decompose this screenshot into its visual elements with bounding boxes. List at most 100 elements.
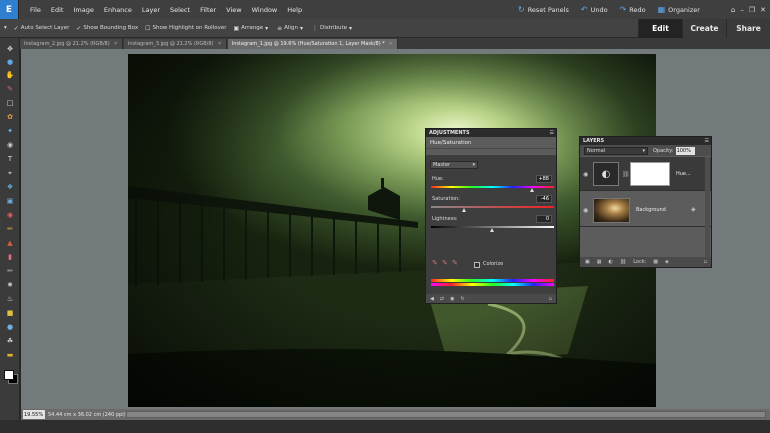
paint-bucket-icon[interactable]: ♨: [4, 294, 16, 304]
eyedropper-plus-icon[interactable]: ✎: [442, 259, 448, 267]
marquee-tool-icon[interactable]: □: [4, 98, 16, 108]
move-tool-options-icon[interactable]: ▾: [4, 25, 7, 31]
document-tab[interactable]: Instagram_3.jpg @ 21.2% (RGB/8) ✕: [123, 39, 227, 49]
new-group-icon[interactable]: ▦: [597, 259, 602, 265]
layer-mask-thumbnail[interactable]: [630, 162, 670, 186]
bounding-box-checkbox[interactable]: ✓ Show Bounding Box: [76, 25, 138, 32]
tab-share[interactable]: Share: [726, 19, 770, 38]
foreground-color-swatch[interactable]: [4, 370, 14, 380]
lock-all-icon[interactable]: ◈: [665, 259, 669, 265]
menu-image[interactable]: Image: [68, 6, 98, 14]
menu-select[interactable]: Select: [165, 6, 195, 14]
chain-link-icon[interactable]: ⛓: [622, 171, 630, 178]
crop-tool-icon[interactable]: ⌖: [4, 168, 16, 178]
menu-layer[interactable]: Layer: [137, 6, 165, 14]
gradient-tool-icon[interactable]: ■: [4, 308, 16, 318]
recompose-tool-icon[interactable]: ❖: [4, 182, 16, 192]
colorize-checkbox[interactable]: [474, 262, 480, 268]
reset-panels-button[interactable]: ↻ Reset Panels: [518, 5, 569, 14]
eyedropper-icon[interactable]: ✎: [432, 259, 438, 267]
menu-file[interactable]: File: [25, 6, 46, 14]
close-tab-icon[interactable]: ✕: [114, 41, 118, 47]
menu-window[interactable]: Window: [247, 6, 283, 14]
move-tool-icon[interactable]: ✥: [4, 44, 16, 54]
menu-enhance[interactable]: Enhance: [99, 6, 137, 14]
close-tab-icon[interactable]: ✕: [218, 41, 222, 47]
blur-tool-icon[interactable]: ☘: [4, 336, 16, 346]
hue-slider-track[interactable]: [431, 186, 554, 188]
menu-help[interactable]: Help: [282, 6, 307, 14]
lightness-value-field[interactable]: 0: [536, 215, 552, 223]
trash-icon[interactable]: ▫: [549, 296, 552, 302]
app-logo-icon[interactable]: E: [0, 0, 19, 19]
brush-tool-icon[interactable]: ✏: [4, 266, 16, 276]
close-icon[interactable]: ✕: [760, 6, 766, 14]
shape-tool-icon[interactable]: ●: [4, 322, 16, 332]
reset-adjustment-icon[interactable]: ↻: [460, 296, 464, 302]
zoom-tool-icon[interactable]: ●: [4, 57, 16, 67]
type-tool-icon[interactable]: T: [4, 154, 16, 164]
blend-mode-dropdown[interactable]: Normal ▾: [584, 146, 648, 155]
layer-visibility-icon[interactable]: ◉: [583, 171, 588, 178]
tab-create[interactable]: Create: [682, 19, 726, 38]
back-icon[interactable]: ◀: [430, 296, 434, 302]
menu-edit[interactable]: Edit: [46, 6, 69, 14]
magic-wand-tool-icon[interactable]: ✦: [4, 126, 16, 136]
minimize-icon[interactable]: –: [740, 6, 744, 14]
red-eye-removal-icon[interactable]: ◉: [4, 210, 16, 220]
layer-visibility-icon[interactable]: ◉: [583, 207, 588, 214]
healing-brush-icon[interactable]: ✏: [4, 224, 16, 234]
auto-select-layer-checkbox[interactable]: ✓ Auto Select Layer: [14, 25, 70, 32]
hue-value-field[interactable]: +88: [536, 175, 552, 183]
hue-slider-thumb[interactable]: [530, 188, 534, 192]
clip-layer-icon[interactable]: ⇄: [440, 296, 444, 302]
channel-dropdown[interactable]: Master ▾: [430, 161, 478, 169]
new-layer-icon[interactable]: ▣: [585, 259, 590, 265]
layer-row-selected[interactable]: ◉ ◐ ⛓ Hue...: [580, 157, 711, 191]
saturation-slider-track[interactable]: [431, 206, 554, 208]
layer-row[interactable]: ◉ Background ◈: [580, 193, 711, 227]
smart-brush-icon[interactable]: ✸: [4, 280, 16, 290]
lightness-slider-thumb[interactable]: [490, 228, 494, 232]
saturation-value-field[interactable]: -46: [536, 195, 552, 203]
hand-tool-icon[interactable]: ✋: [4, 70, 16, 80]
straighten-tool-icon[interactable]: ▣: [4, 196, 16, 206]
adjustment-layer-icon[interactable]: ◐: [608, 259, 612, 265]
home-icon[interactable]: ⌂: [731, 6, 735, 14]
document-canvas-image[interactable]: [128, 54, 656, 407]
link-icon[interactable]: ⛓: [620, 259, 626, 265]
highlight-rollover-checkbox[interactable]: ☐ Show Highlight on Rollover: [145, 25, 226, 32]
eyedropper-minus-icon[interactable]: ✎: [452, 259, 458, 267]
close-tab-icon[interactable]: ✕: [389, 41, 393, 47]
tab-edit[interactable]: Edit: [638, 19, 682, 38]
undo-button[interactable]: ↶ Undo: [581, 5, 608, 14]
organizer-button[interactable]: ▦ Organizer: [658, 5, 700, 14]
red-eye-tool-icon[interactable]: ◉: [4, 140, 16, 150]
saturation-slider-thumb[interactable]: [462, 208, 466, 212]
panel-menu-icon[interactable]: ☰: [550, 130, 554, 136]
chevron-down-icon: ▾: [265, 24, 269, 32]
opacity-field[interactable]: 100%: [675, 146, 695, 155]
restore-icon[interactable]: ❐: [749, 6, 755, 14]
trash-icon[interactable]: ▫: [704, 259, 707, 265]
eyedropper-tool-icon[interactable]: ✎: [4, 84, 16, 94]
lock-transparency-icon[interactable]: ▩: [653, 259, 658, 265]
arrange-dropdown[interactable]: ▣ Arrange ▾: [234, 25, 271, 32]
lasso-tool-icon[interactable]: ✿: [4, 112, 16, 122]
align-dropdown[interactable]: ≡ Align ▾: [277, 25, 305, 32]
menu-filter[interactable]: Filter: [195, 6, 221, 14]
visibility-icon[interactable]: ◉: [450, 296, 454, 302]
document-tab-active[interactable]: Instagram_1.jpg @ 19.6% (Hue/Saturation …: [227, 39, 398, 49]
menu-view[interactable]: View: [221, 6, 246, 14]
layers-scrollbar[interactable]: [705, 157, 710, 257]
adjustment-name: Hue/Saturation: [426, 137, 556, 149]
zoom-field[interactable]: 19.55%: [23, 410, 45, 419]
clone-stamp-icon[interactable]: ▲: [4, 238, 16, 248]
horizontal-scrollbar[interactable]: [126, 411, 766, 418]
sponge-tool-icon[interactable]: ▬: [4, 350, 16, 360]
distribute-dropdown[interactable]: ⋮ Distribute ▾: [312, 25, 354, 32]
eraser-tool-icon[interactable]: ▮: [4, 252, 16, 262]
redo-button[interactable]: ↷ Redo: [620, 5, 646, 14]
document-tab[interactable]: Instagram_2.jpg @ 21.2% (RGB/8) ✕: [20, 39, 123, 49]
panel-menu-icon[interactable]: ☰: [705, 138, 709, 144]
